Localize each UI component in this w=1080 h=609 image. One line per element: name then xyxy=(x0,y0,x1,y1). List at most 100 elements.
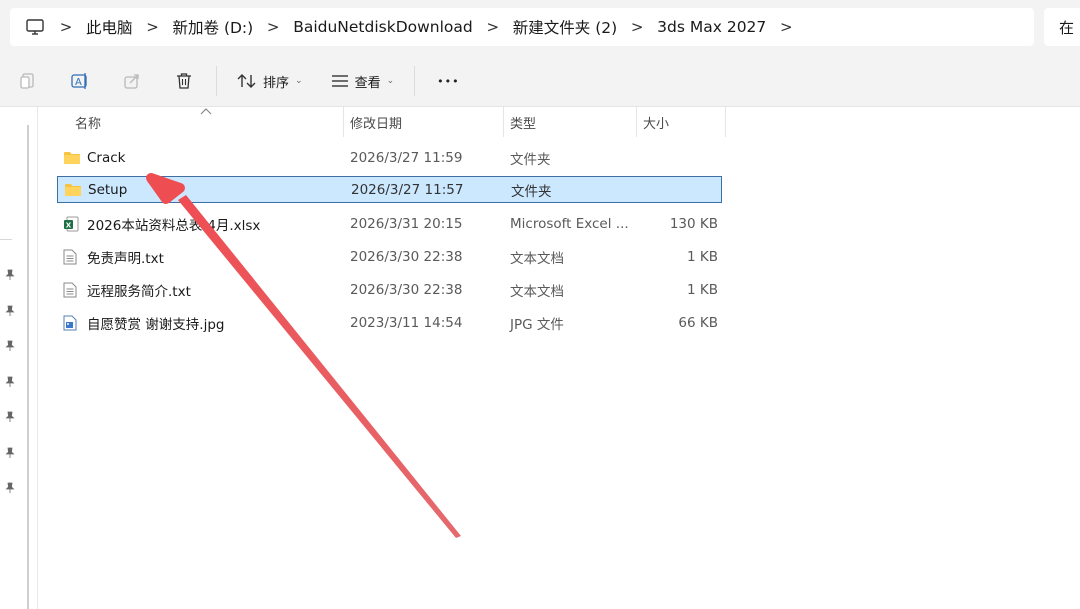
chevron-down-icon: ⌄ xyxy=(386,76,395,86)
search-placeholder: 在 xyxy=(1059,18,1075,37)
file-name-cell: 远程服务简介.txt xyxy=(63,276,191,303)
file-name-cell: Crack xyxy=(63,144,126,171)
trash-icon xyxy=(177,73,191,89)
file-size: 66 KB xyxy=(678,314,718,331)
navigation-pane[interactable] xyxy=(0,107,38,609)
view-list-icon xyxy=(331,75,348,87)
column-date-label: 修改日期 xyxy=(350,116,403,132)
file-name-cell: 自愿赞赏 谢谢支持.jpg xyxy=(63,309,224,336)
view-label: 查看 xyxy=(354,75,381,91)
breadcrumb-item-baidu-download[interactable]: BaiduNetdiskDownload xyxy=(287,18,479,36)
toolbar-divider xyxy=(414,66,416,96)
file-name: 免责声明.txt xyxy=(87,250,164,267)
file-row-remote-service[interactable]: 远程服务简介.txt 2026/3/30 22:38 文本文档 1 KB xyxy=(57,276,722,303)
breadcrumb-separator[interactable]: > xyxy=(479,18,507,36)
share-button[interactable] xyxy=(106,63,158,99)
delete-button[interactable] xyxy=(158,63,210,99)
folder-icon xyxy=(64,182,82,198)
breadcrumb-separator[interactable]: > xyxy=(259,18,287,36)
pin-icon xyxy=(5,269,15,280)
folder-icon xyxy=(63,150,81,166)
pin-icon xyxy=(5,376,15,387)
column-divider[interactable] xyxy=(725,107,726,137)
more-icon: ••• xyxy=(437,74,460,88)
file-type: 文件夹 xyxy=(510,151,551,168)
image-file-icon xyxy=(63,315,81,331)
share-icon xyxy=(124,74,139,89)
navigation-scrollbar[interactable] xyxy=(27,125,29,609)
breadcrumb-separator[interactable]: > xyxy=(772,18,800,36)
view-button[interactable]: 查看 ⌄ xyxy=(317,63,409,99)
breadcrumb-item-new-folder-2[interactable]: 新建文件夹 (2) xyxy=(507,16,623,38)
toolbar-divider xyxy=(216,66,217,96)
pin-icon xyxy=(5,482,15,493)
sort-icon xyxy=(237,74,256,88)
file-type: Microsoft Excel ... xyxy=(510,215,629,232)
column-header-type[interactable]: 类型 xyxy=(510,107,536,137)
column-size-label: 大小 xyxy=(643,116,670,132)
file-type: JPG 文件 xyxy=(510,316,564,333)
more-options-button[interactable]: ••• xyxy=(421,63,475,99)
sort-ascending-icon xyxy=(200,108,212,115)
command-bar: A 排序 ⌄ 查看 ⌄ ••• xyxy=(0,56,1080,106)
column-header-date[interactable]: 修改日期 xyxy=(350,107,402,137)
file-row-disclaimer[interactable]: 免责声明.txt 2026/3/30 22:38 文本文档 1 KB xyxy=(57,243,722,270)
file-date: 2026/3/27 11:57 xyxy=(351,181,464,198)
file-list-pane: 名称 修改日期 类型 大小 Crack 2026/3/27 11:59 文件夹 xyxy=(0,106,1080,609)
excel-file-icon: X xyxy=(63,216,81,232)
column-type-label: 类型 xyxy=(510,116,537,132)
file-type: 文本文档 xyxy=(510,250,564,267)
file-type: 文本文档 xyxy=(510,283,564,300)
breadcrumb-separator[interactable]: > xyxy=(623,18,651,36)
file-row-crack[interactable]: Crack 2026/3/27 11:59 文件夹 xyxy=(57,144,722,171)
file-size: 1 KB xyxy=(687,281,718,298)
file-date: 2026/3/31 20:15 xyxy=(350,215,463,232)
file-date: 2026/3/30 22:38 xyxy=(350,281,463,298)
file-date: 2026/3/27 11:59 xyxy=(350,149,463,166)
pin-icon xyxy=(5,411,15,422)
column-divider[interactable] xyxy=(343,107,344,137)
copy-icon xyxy=(20,73,34,89)
pin-icon xyxy=(5,340,15,351)
copy-button[interactable] xyxy=(2,63,54,99)
file-row-setup[interactable]: Setup 2026/3/27 11:57 文件夹 xyxy=(57,176,722,203)
search-input[interactable]: 在 xyxy=(1044,8,1080,46)
nav-divider xyxy=(0,239,12,240)
chevron-down-icon: ⌄ xyxy=(295,76,303,86)
column-header-size[interactable]: 大小 xyxy=(643,107,669,137)
pin-icon xyxy=(5,305,15,316)
pin-icon xyxy=(5,447,15,458)
file-name-cell: X 2026本站资料总表-4月.xlsx xyxy=(63,210,260,237)
column-divider[interactable] xyxy=(636,107,637,137)
file-row-donation-jpg[interactable]: 自愿赞赏 谢谢支持.jpg 2023/3/11 14:54 JPG 文件 66 … xyxy=(57,309,722,336)
rename-button[interactable]: A xyxy=(54,63,106,99)
sort-label: 排序 xyxy=(263,75,290,91)
address-bar[interactable]: > 此电脑 > 新加卷 (D:) > BaiduNetdiskDownload … xyxy=(10,8,1034,46)
file-row-xlsx[interactable]: X 2026本站资料总表-4月.xlsx 2026/3/31 20:15 Mic… xyxy=(57,210,722,237)
file-name: 自愿赞赏 谢谢支持.jpg xyxy=(87,316,225,333)
rename-icon: A xyxy=(71,73,87,89)
file-name: Setup xyxy=(88,181,128,198)
this-pc-icon[interactable] xyxy=(18,8,52,46)
text-file-icon xyxy=(63,282,81,298)
file-explorer-window: > 此电脑 > 新加卷 (D:) > BaiduNetdiskDownload … xyxy=(0,0,1080,609)
file-size: 130 KB xyxy=(669,215,718,232)
file-name: 远程服务简介.txt xyxy=(87,283,191,300)
column-divider[interactable] xyxy=(503,107,504,137)
column-header-name[interactable]: 名称 xyxy=(75,107,101,137)
file-type: 文件夹 xyxy=(511,183,552,200)
column-name-label: 名称 xyxy=(75,116,102,132)
file-name-cell: 免责声明.txt xyxy=(63,243,164,270)
breadcrumb-item-drive-d[interactable]: 新加卷 (D:) xyxy=(167,16,260,38)
breadcrumb-item-3ds-max-2027[interactable]: 3ds Max 2027 xyxy=(651,18,772,36)
breadcrumb-separator[interactable]: > xyxy=(52,18,80,36)
sort-button[interactable]: 排序 ⌄ xyxy=(223,63,317,99)
file-name: 2026本站资料总表-4月.xlsx xyxy=(87,217,261,234)
breadcrumb-separator[interactable]: > xyxy=(139,18,167,36)
svg-text:X: X xyxy=(66,221,72,229)
text-file-icon xyxy=(63,249,81,265)
file-size: 1 KB xyxy=(687,248,718,265)
file-date: 2023/3/11 14:54 xyxy=(350,314,463,331)
breadcrumb-item-this-pc[interactable]: 此电脑 xyxy=(80,16,139,38)
file-date: 2026/3/30 22:38 xyxy=(350,248,463,265)
